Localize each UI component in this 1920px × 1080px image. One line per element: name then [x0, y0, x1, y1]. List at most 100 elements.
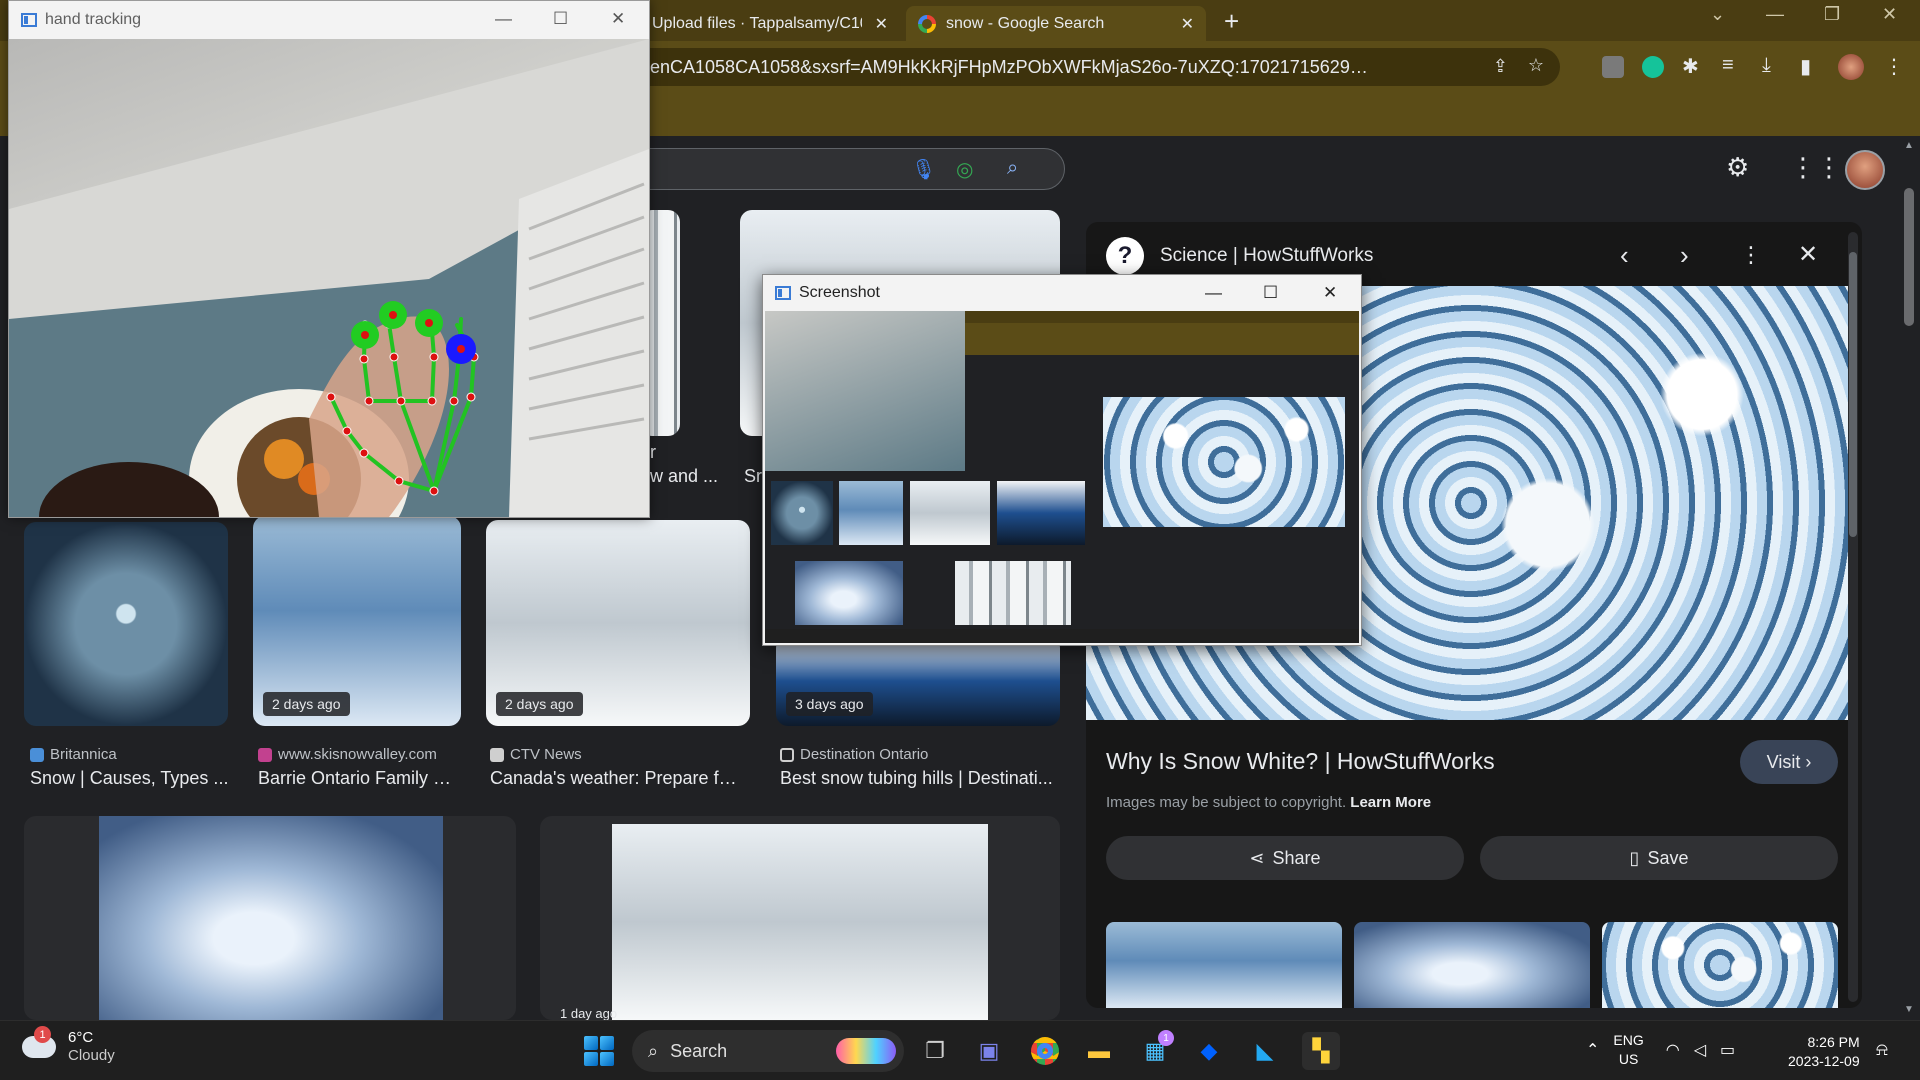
tab-upload-files[interactable]: Upload files · Tappalsamy/C108 ✕ — [640, 6, 900, 41]
new-tab-icon[interactable]: + — [1224, 6, 1239, 37]
avatar[interactable] — [1845, 150, 1885, 190]
result-thumbnail-skisnowvalley[interactable]: 2 days ago — [253, 516, 461, 726]
profile-avatar[interactable] — [1838, 54, 1864, 80]
weather-widget[interactable]: 1 6°C Cloudy — [22, 1026, 115, 1065]
download-icon[interactable]: ⤓ — [1762, 54, 1771, 77]
clock-time: 8:26 PM — [1807, 1034, 1860, 1050]
microsoft-store-icon[interactable]: ▦ 1 — [1136, 1030, 1174, 1070]
vscode-icon[interactable]: ◣ — [1246, 1032, 1284, 1070]
minimize-icon[interactable]: — — [1205, 283, 1222, 303]
mini-thumbnail — [910, 481, 990, 545]
panel-source-header[interactable]: ? Science | HowStuffWorks — [1106, 234, 1373, 278]
apps-grid-icon[interactable]: ⋮⋮ — [1790, 152, 1842, 183]
clock-date: 2023-12-09 — [1788, 1053, 1860, 1069]
result-title[interactable]: Barrie Ontario Family S... — [258, 768, 458, 789]
visit-button[interactable]: Visit › — [1740, 740, 1838, 784]
result-card[interactable]: 1 day ago — [540, 816, 1060, 1021]
taskbar-search-label: Search — [670, 1040, 728, 1061]
teams-chat-icon[interactable]: ▣ — [970, 1032, 1008, 1070]
result-source: Britannica — [30, 746, 117, 763]
result-title[interactable]: Canada's weather: Prepare for... — [490, 768, 746, 789]
start-button[interactable] — [584, 1036, 614, 1066]
result-source: CTV News — [490, 746, 582, 763]
menu-kebab-icon[interactable]: ⋮ — [1884, 54, 1904, 79]
preview-title[interactable]: Why Is Snow White? | HowStuffWorks — [1106, 748, 1495, 775]
task-view-icon[interactable]: ❐ — [916, 1032, 954, 1070]
mini-thumbnail — [839, 481, 903, 545]
result-title[interactable]: Snow | Causes, Types ... — [30, 768, 230, 789]
close-panel-icon[interactable]: ✕ — [1798, 240, 1818, 269]
minimize-icon[interactable]: — — [1766, 4, 1784, 25]
page-scrollbar[interactable]: ▲ ▼ — [1900, 136, 1920, 1020]
previous-image-icon[interactable]: ‹ — [1620, 240, 1629, 271]
restore-icon[interactable]: ❐ — [1824, 4, 1840, 25]
dropbox-icon[interactable]: ◆ — [1190, 1032, 1228, 1070]
share-icon: ⋖ — [1249, 847, 1265, 868]
camera-feed — [9, 39, 649, 517]
clock[interactable]: 8:26 PM 2023-12-09 — [1788, 1033, 1860, 1071]
result-thumbnail-britannica[interactable] — [24, 522, 228, 726]
maximize-icon[interactable]: ☐ — [1263, 283, 1278, 303]
related-image[interactable] — [1106, 922, 1342, 1008]
python-icon[interactable]: ▚ — [1302, 1032, 1340, 1070]
wifi-icon[interactable]: ◠ — [1666, 1040, 1680, 1060]
destination-ontario-favicon-icon — [780, 747, 794, 762]
result-thumbnail-destination-ontario[interactable]: 3 days ago — [776, 636, 1060, 726]
learn-more-link[interactable]: Learn More — [1350, 794, 1431, 811]
hand-tracking-window: hand tracking — ☐ ✕ — [8, 0, 650, 518]
gear-icon[interactable]: ⚙ — [1726, 152, 1749, 183]
chrome-icon[interactable] — [1026, 1032, 1064, 1070]
side-panel-icon[interactable]: ▮ — [1800, 54, 1811, 79]
tab-search-chevron-icon[interactable]: ⌄ — [1710, 4, 1725, 25]
close-window-icon[interactable]: ✕ — [1882, 4, 1897, 25]
bell-icon[interactable]: ⍾ — [1876, 1039, 1888, 1060]
tab-snow-search[interactable]: snow - Google Search ✕ — [906, 6, 1206, 41]
result-title[interactable]: Best snow tubing hills | Destinati... — [780, 768, 1056, 789]
maximize-icon[interactable]: ☐ — [553, 9, 568, 29]
scroll-down-icon[interactable]: ▼ — [1904, 1004, 1914, 1015]
google-favicon-icon — [918, 14, 936, 33]
related-image[interactable] — [1354, 922, 1590, 1008]
media-control-icon[interactable]: ≡ — [1722, 54, 1734, 77]
scroll-up-icon[interactable]: ▲ — [1904, 140, 1914, 151]
result-title-partial[interactable]: Sr — [744, 466, 762, 487]
result-thumbnail-ctv[interactable]: 2 days ago — [486, 520, 750, 726]
address-bar[interactable]: enCA1058CA1058&sxsrf=AM9HkKkRjFHpMzPObXW… — [560, 48, 1560, 86]
result-thumbnail[interactable] — [99, 816, 443, 1020]
scrollbar-thumb[interactable] — [1904, 188, 1914, 326]
tab-close-icon[interactable]: ✕ — [875, 14, 888, 34]
lens-icon[interactable]: ◎ — [956, 157, 973, 182]
tab-close-icon[interactable]: ✕ — [1181, 14, 1194, 34]
close-icon[interactable]: ✕ — [1323, 283, 1337, 303]
battery-icon[interactable]: ▭ — [1720, 1040, 1735, 1060]
star-icon[interactable]: ☆ — [1528, 55, 1544, 76]
search-icon[interactable]: ⌕ — [1007, 157, 1018, 180]
related-image[interactable] — [1602, 922, 1838, 1008]
result-card[interactable] — [24, 816, 516, 1020]
more-options-icon[interactable]: ⋮ — [1740, 242, 1762, 268]
next-image-icon[interactable]: › — [1680, 240, 1689, 271]
minimize-icon[interactable]: — — [495, 9, 512, 29]
extensions-icon[interactable]: ✱ — [1682, 54, 1699, 79]
tab-label: snow - Google Search — [946, 14, 1105, 32]
mic-icon[interactable]: 🎙 — [911, 157, 936, 182]
search-icon: ⌕ — [648, 1040, 659, 1061]
save-button[interactable]: ▯ Save — [1480, 836, 1838, 880]
result-title-partial[interactable]: w and ... — [650, 466, 718, 487]
language-indicator[interactable]: ENG US — [1613, 1031, 1643, 1069]
share-page-icon[interactable]: ⇪ — [1493, 56, 1508, 77]
grammarly-icon[interactable] — [1642, 56, 1664, 78]
share-button[interactable]: ⋖ Share — [1106, 836, 1464, 880]
volume-icon[interactable]: ◁ — [1694, 1040, 1706, 1060]
windows-taskbar: 1 6°C Cloudy ⌕ Search ❐ ▣ ▬ ▦ 1 ◆ ◣ ▚ ⌃ E… — [0, 1020, 1920, 1080]
taskbar-search[interactable]: ⌕ Search — [632, 1030, 904, 1072]
close-icon[interactable]: ✕ — [611, 9, 625, 29]
panel-scrollbar[interactable] — [1848, 232, 1858, 1002]
mini-preview-image — [1103, 397, 1345, 527]
extension-a-icon[interactable] — [1602, 56, 1624, 78]
file-explorer-icon[interactable]: ▬ — [1080, 1032, 1118, 1070]
result-age-badge: 2 days ago — [496, 692, 583, 716]
window-title: Screenshot — [799, 284, 880, 301]
chevron-up-icon[interactable]: ⌃ — [1586, 1040, 1599, 1060]
result-thumbnail[interactable] — [612, 824, 988, 1020]
